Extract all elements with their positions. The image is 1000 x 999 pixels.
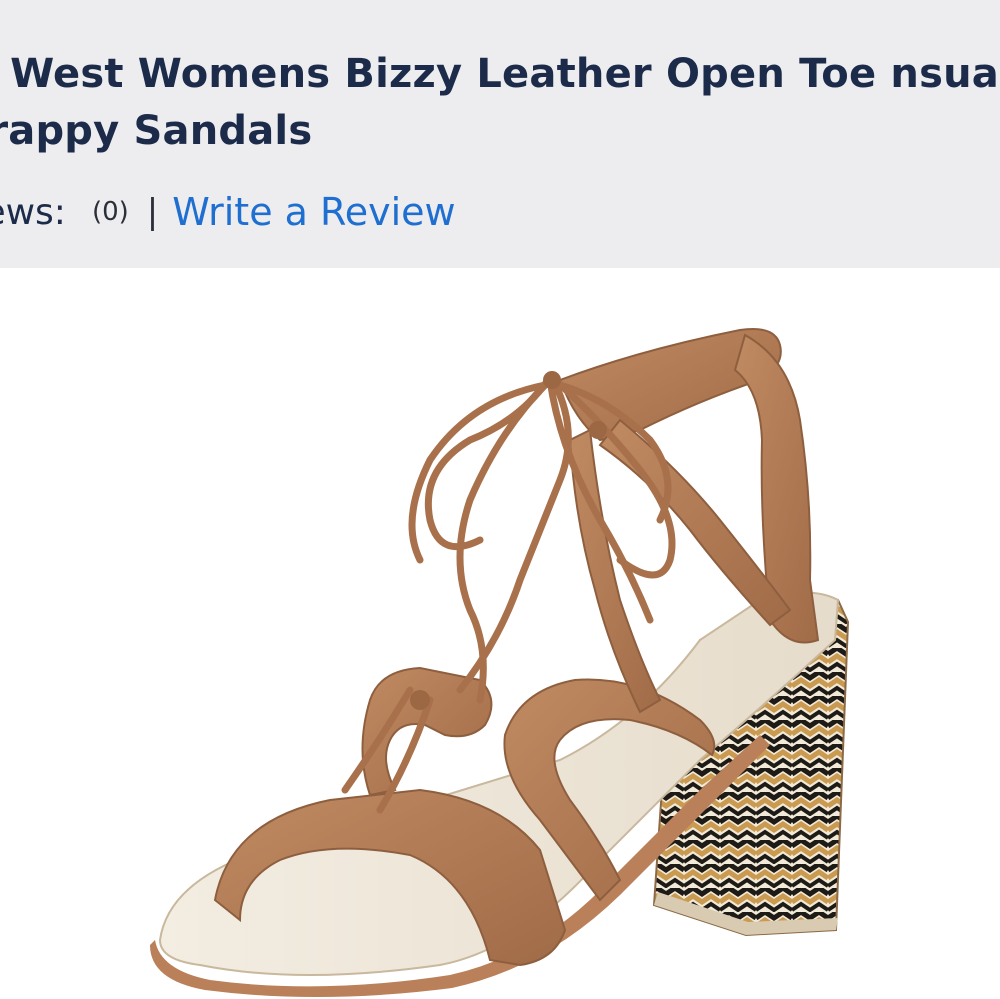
reviews-label: eviews: <box>0 191 66 233</box>
product-header: ne West Womens Bizzy Leather Open Toe ns… <box>0 0 1000 268</box>
reviews-row: eviews: (0) | Write a Review <box>0 184 456 240</box>
product-title: ne West Womens Bizzy Leather Open Toe ns… <box>0 51 1000 154</box>
product-image <box>0 268 1000 999</box>
reviews-count: (0) <box>91 197 129 227</box>
write-review-link[interactable]: Write a Review <box>172 190 455 234</box>
sandal-image <box>150 328 850 998</box>
reviews-separator: | <box>146 192 159 232</box>
